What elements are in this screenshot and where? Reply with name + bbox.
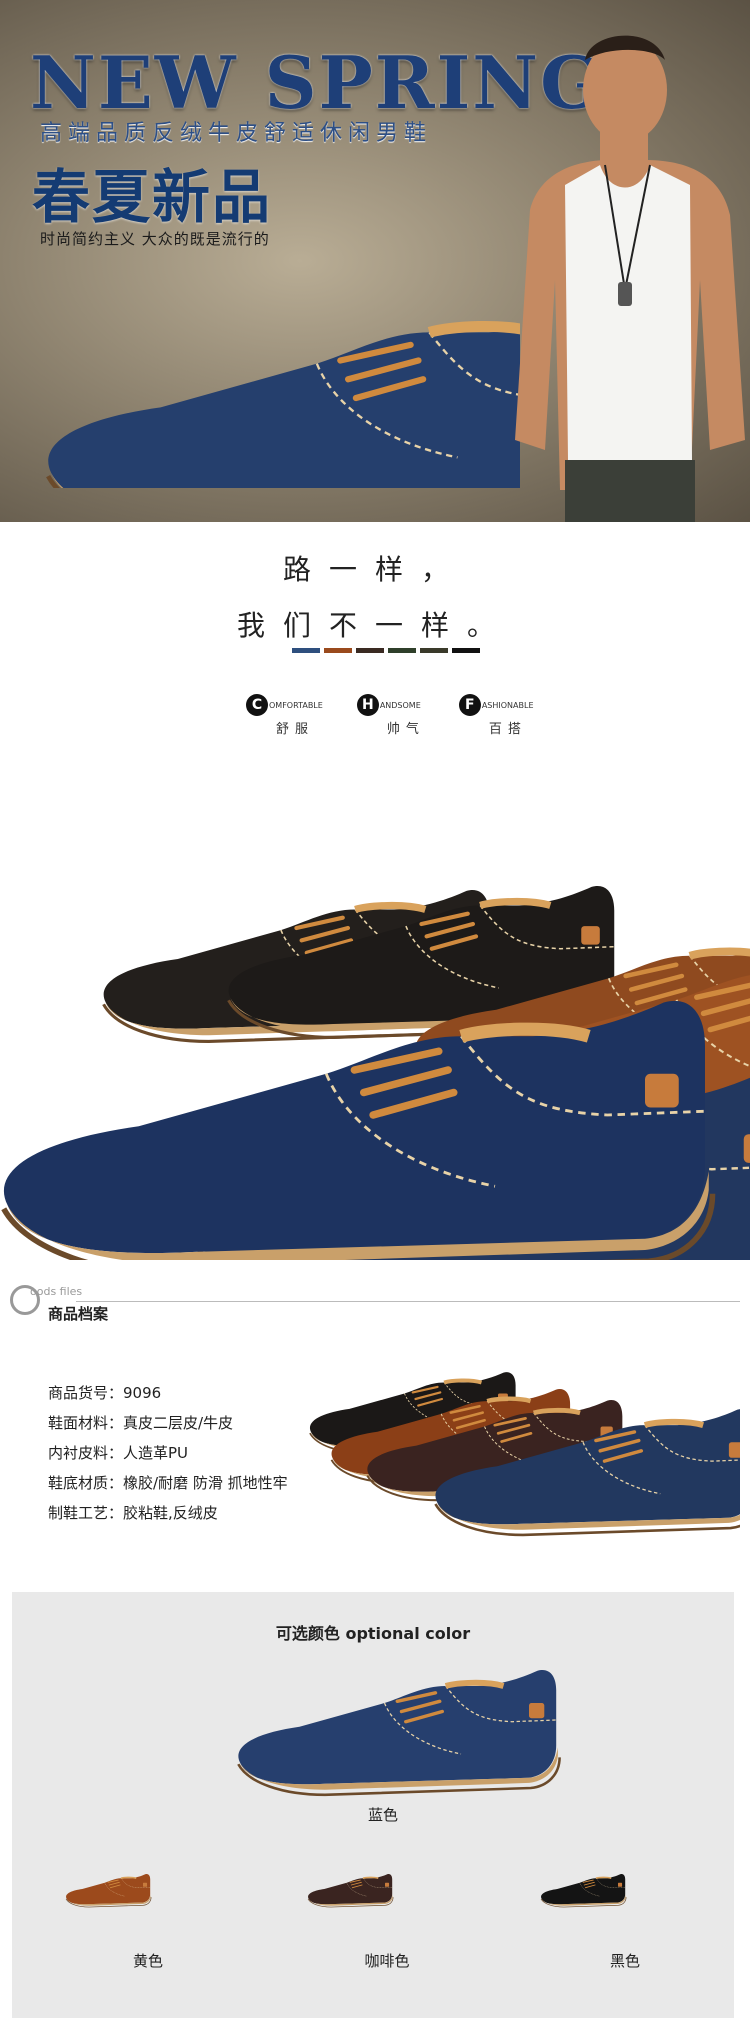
- spec-item: 鞋底材质：橡胶/耐磨 防滑 抓地性牢: [48, 1474, 288, 1492]
- hero-subtitle: 高端品质反绒牛皮舒适休闲男鞋: [40, 121, 433, 146]
- feature-word: OMFORTABLE: [269, 700, 323, 710]
- spec-item: 鞋面材料：真皮二层皮/牛皮: [48, 1414, 234, 1432]
- color-swatch: [388, 648, 416, 653]
- feature-cn: 百搭: [488, 722, 527, 737]
- hero-banner: NEW SPRING 高端品质反绒牛皮舒适休闲男鞋 春夏新品 时尚简约主义 大众…: [0, 0, 750, 522]
- slogan-line-2: 我们不一样。: [236, 609, 513, 642]
- slogan-line-1: 路一样，: [282, 553, 467, 586]
- color-option-yellow-image[interactable]: [52, 1862, 252, 1962]
- feature-cn: 舒服: [276, 722, 315, 737]
- feature-word: ANDSOME: [379, 700, 421, 710]
- spec-item: 内衬皮料：人造革PU: [48, 1444, 189, 1462]
- color-label-coffee: 咖啡色: [364, 1952, 410, 1970]
- color-swatch: [324, 648, 352, 653]
- spec-item: 商品货号：9096: [48, 1384, 162, 1402]
- feature-list: C OMFORTABLE 舒服 H ANDSOME 帅气 F ASHIONABLE 百搭: [246, 694, 534, 737]
- color-option-blue-image[interactable]: [212, 1652, 592, 1822]
- feature-cn: 帅气: [386, 722, 425, 737]
- hero-cn-title: 春夏新品: [32, 163, 273, 231]
- feature-item: F ASHIONABLE 百搭: [458, 694, 534, 737]
- spec-shoes-image: [300, 1350, 740, 1550]
- model-image: [515, 35, 745, 522]
- color-label-blue: 蓝色: [367, 1806, 398, 1824]
- product-group-image: [0, 820, 750, 1260]
- feature-letter-icon: F: [458, 694, 481, 716]
- divider: [76, 1301, 740, 1302]
- section-title: 商品档案: [48, 1305, 109, 1323]
- color-swatch: [292, 648, 320, 653]
- color-option-black-image[interactable]: [527, 1862, 727, 1962]
- goods-files-header: oods files 商品档案: [10, 1283, 740, 1323]
- color-swatch-bar: [292, 648, 480, 653]
- spec-item: 制鞋工艺：胶粘鞋,反绒皮: [48, 1504, 218, 1522]
- feature-letter-icon: C: [246, 694, 268, 716]
- color-swatch: [452, 648, 480, 653]
- color-swatch: [356, 648, 384, 653]
- feature-letter-icon: H: [356, 694, 379, 716]
- color-label-yellow: 黄色: [132, 1952, 163, 1970]
- spec-list: 商品货号：9096 鞋面材料：真皮二层皮/牛皮 内衬皮料：人造革PU 鞋底材质：橡胶/…: [48, 1378, 288, 1528]
- hero-shoe-image: [20, 228, 520, 488]
- color-options-panel: 可选颜色 optional color 蓝色 黄色 咖啡色 黑色: [12, 1592, 734, 2018]
- color-options-title: 可选颜色 optional color: [275, 1624, 471, 1643]
- color-option-coffee-image[interactable]: [294, 1862, 494, 1962]
- feature-item: H ANDSOME 帅气: [356, 694, 425, 737]
- feature-item: C OMFORTABLE 舒服: [246, 694, 323, 737]
- color-label-black: 黑色: [609, 1952, 640, 1970]
- goods-files-label: oods files: [30, 1285, 83, 1298]
- color-swatch: [420, 648, 448, 653]
- feature-word: ASHIONABLE: [481, 700, 534, 710]
